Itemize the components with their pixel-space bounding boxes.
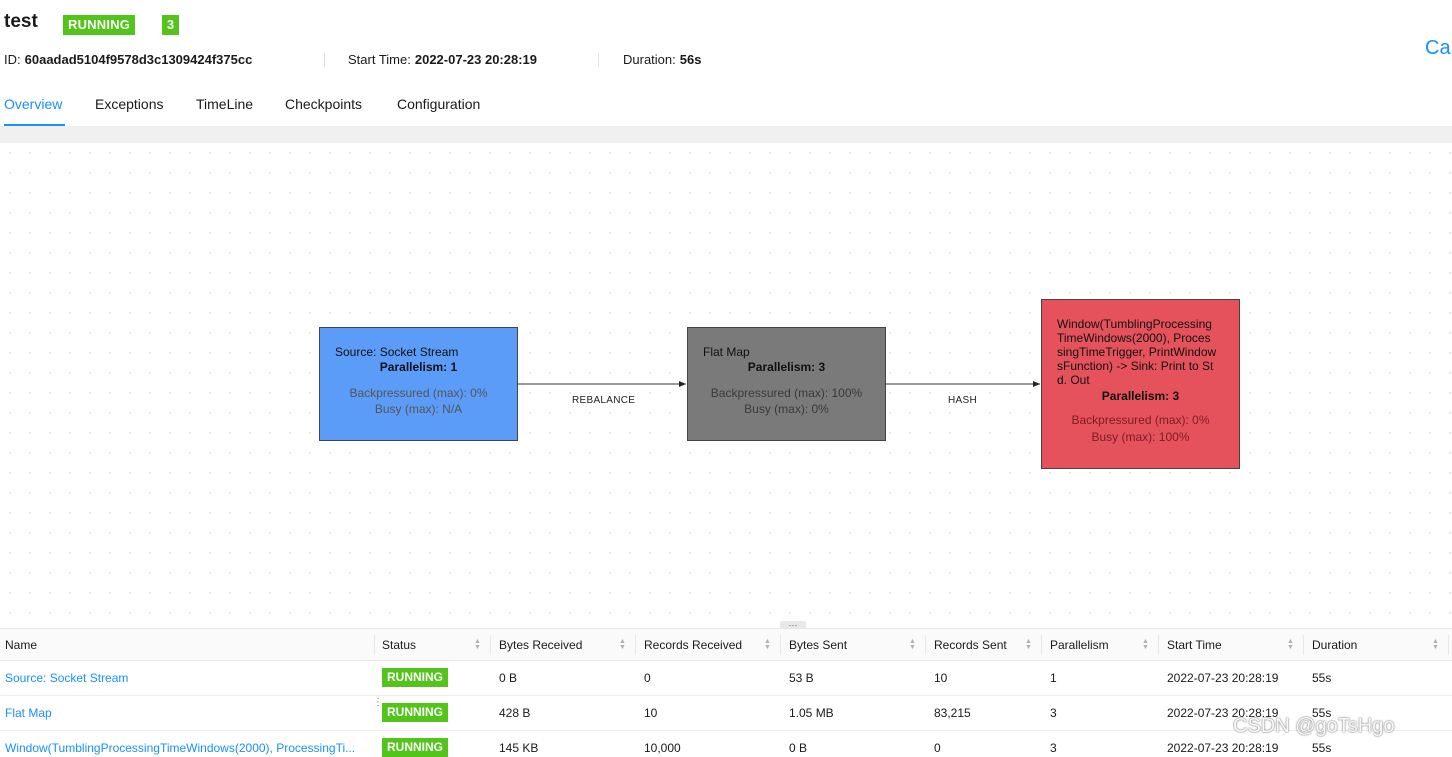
- col-separator: [925, 635, 926, 655]
- status-badge: RUNNING: [382, 668, 448, 687]
- cancel-job-link[interactable]: Cancel Job: [1425, 37, 1452, 60]
- node-backpressure: Backpressured (max): 0%: [349, 386, 488, 400]
- parallelism: 1: [1050, 671, 1057, 685]
- records-received: 10: [644, 706, 658, 720]
- graph-node-source[interactable]: Source: Socket Stream Parallelism: 1 Bac…: [319, 327, 518, 441]
- vertex-name-link[interactable]: Window(TumblingProcessingTimeWindows(200…: [5, 741, 367, 755]
- sort-icon[interactable]: ▲ ▼: [1432, 638, 1439, 651]
- col-separator: [635, 635, 636, 655]
- node-name-line: Window(TumblingProcessing: [1057, 317, 1212, 331]
- col-separator: [1448, 635, 1449, 655]
- csdn-watermark: CSDN @goTsHgo: [1233, 715, 1395, 737]
- node-name-line: d. Out: [1057, 373, 1090, 387]
- col-start-time[interactable]: Start Time: [1167, 638, 1222, 652]
- table-header: Name Status ▲ ▼ Bytes Received ▲ ▼ Records…: [0, 628, 1452, 661]
- col-records-sent[interactable]: Records Sent: [934, 638, 1007, 652]
- job-id-label: ID:: [4, 52, 21, 67]
- col-separator: [490, 635, 491, 655]
- job-id: ID: 60aadad5104f9578d3c1309424f375cc: [4, 52, 252, 67]
- records-sent: 0: [934, 741, 941, 755]
- job-id-value: 60aadad5104f9578d3c1309424f375cc: [24, 52, 253, 67]
- sort-icon[interactable]: ▲ ▼: [619, 638, 626, 651]
- duration-value: 56s: [679, 52, 702, 67]
- vertex-name-link[interactable]: Flat Map: [5, 706, 365, 720]
- status-badge: RUNNING: [382, 703, 448, 722]
- col-separator: [1041, 635, 1042, 655]
- job-duration: Duration: 56s: [623, 52, 701, 67]
- meta-divider: [324, 53, 325, 67]
- bytes-received: 145 KB: [499, 741, 539, 755]
- duration: 55s: [1312, 671, 1332, 685]
- col-bytes-sent[interactable]: Bytes Sent: [789, 638, 847, 652]
- tab-overview[interactable]: Overview: [4, 96, 62, 112]
- node-parallelism: Parallelism: 3: [1101, 389, 1180, 403]
- graph-node-flatmap[interactable]: Flat Map Parallelism: 3 Backpressured (m…: [687, 327, 886, 441]
- column-resize-icon[interactable]: ⋮: [373, 697, 383, 708]
- col-separator: [374, 635, 375, 655]
- start-time-value: 2022-07-23 20:28:19: [414, 52, 538, 67]
- tab-configuration[interactable]: Configuration: [397, 96, 480, 112]
- node-name-line: singTimeTrigger, PrintWindow: [1057, 345, 1217, 359]
- sort-icon[interactable]: ▲ ▼: [1142, 638, 1149, 651]
- table-row[interactable]: Source: Socket Stream RUNNING 0 B 0 53 B…: [0, 661, 1452, 696]
- bytes-sent: 53 B: [789, 671, 814, 685]
- job-start-time: Start Time: 2022-07-23 20:28:19: [348, 52, 537, 67]
- edge-label-hash: HASH: [948, 395, 977, 406]
- status-badge: RUNNING: [382, 738, 448, 757]
- edge-label-rebalance: REBALANCE: [572, 395, 636, 406]
- sort-icon[interactable]: ▲ ▼: [474, 638, 481, 651]
- col-status[interactable]: Status: [382, 638, 416, 652]
- bytes-sent: 0 B: [789, 741, 808, 755]
- task-count-badge: 3: [162, 15, 179, 35]
- vertex-name-link[interactable]: Source: Socket Stream: [5, 671, 365, 685]
- node-busy: Busy (max): N/A: [374, 402, 463, 416]
- parallelism: 3: [1050, 741, 1057, 755]
- graph-node-window-sink[interactable]: Window(TumblingProcessing TimeWindows(20…: [1041, 299, 1240, 469]
- job-status-badge: RUNNING: [63, 15, 136, 35]
- node-name: Flat Map: [703, 345, 750, 359]
- node-name-line: sFunction) -> Sink: Print to St: [1057, 359, 1214, 373]
- records-received: 0: [644, 671, 651, 685]
- divider-band: [0, 126, 1452, 143]
- bytes-sent: 1.05 MB: [789, 706, 834, 720]
- job-header: test RUNNING 3 ID: 60aadad5104f9578d3c130…: [0, 0, 1452, 126]
- col-duration[interactable]: Duration: [1312, 638, 1357, 652]
- duration-label: Duration:: [623, 52, 676, 67]
- job-title: test: [4, 11, 38, 32]
- sort-icon[interactable]: ▲ ▼: [909, 638, 916, 651]
- node-name-line: TimeWindows(2000), Proces: [1057, 331, 1211, 345]
- records-sent: 83,215: [934, 706, 971, 720]
- node-busy: Busy (max): 0%: [744, 402, 829, 416]
- bytes-received: 0 B: [499, 671, 518, 685]
- tab-timeline[interactable]: TimeLine: [196, 96, 253, 112]
- col-bytes-received[interactable]: Bytes Received: [499, 638, 582, 652]
- col-records-received[interactable]: Records Received: [644, 638, 742, 652]
- start-time-label: Start Time:: [348, 52, 411, 67]
- col-name[interactable]: Name: [5, 638, 37, 652]
- meta-divider: [598, 53, 599, 67]
- start-time: 2022-07-23 20:28:19: [1167, 671, 1279, 685]
- node-busy: Busy (max): 100%: [1091, 430, 1190, 444]
- sort-icon[interactable]: ▲ ▼: [764, 638, 771, 651]
- node-name: Source: Socket Stream: [335, 345, 459, 359]
- node-backpressure: Backpressured (max): 0%: [1071, 413, 1210, 427]
- records-sent: 10: [934, 671, 948, 685]
- col-separator: [780, 635, 781, 655]
- col-parallelism[interactable]: Parallelism: [1050, 638, 1109, 652]
- col-separator: [1158, 635, 1159, 655]
- parallelism: 3: [1050, 706, 1057, 720]
- col-separator: [1303, 635, 1304, 655]
- job-graph-canvas[interactable]: REBALANCE HASH Source: Socket Stream Par…: [0, 143, 1452, 628]
- bytes-received: 428 B: [499, 706, 531, 720]
- duration: 55s: [1312, 741, 1332, 755]
- records-received: 10,000: [644, 741, 681, 755]
- node-parallelism: Parallelism: 1: [379, 360, 458, 374]
- node-parallelism: Parallelism: 3: [747, 360, 826, 374]
- node-backpressure: Backpressured (max): 100%: [710, 386, 863, 400]
- tab-exceptions[interactable]: Exceptions: [95, 96, 163, 112]
- tab-checkpoints[interactable]: Checkpoints: [285, 96, 362, 112]
- start-time: 2022-07-23 20:28:19: [1167, 741, 1279, 755]
- sort-icon[interactable]: ▲ ▼: [1025, 638, 1032, 651]
- sort-icon[interactable]: ▲ ▼: [1287, 638, 1294, 651]
